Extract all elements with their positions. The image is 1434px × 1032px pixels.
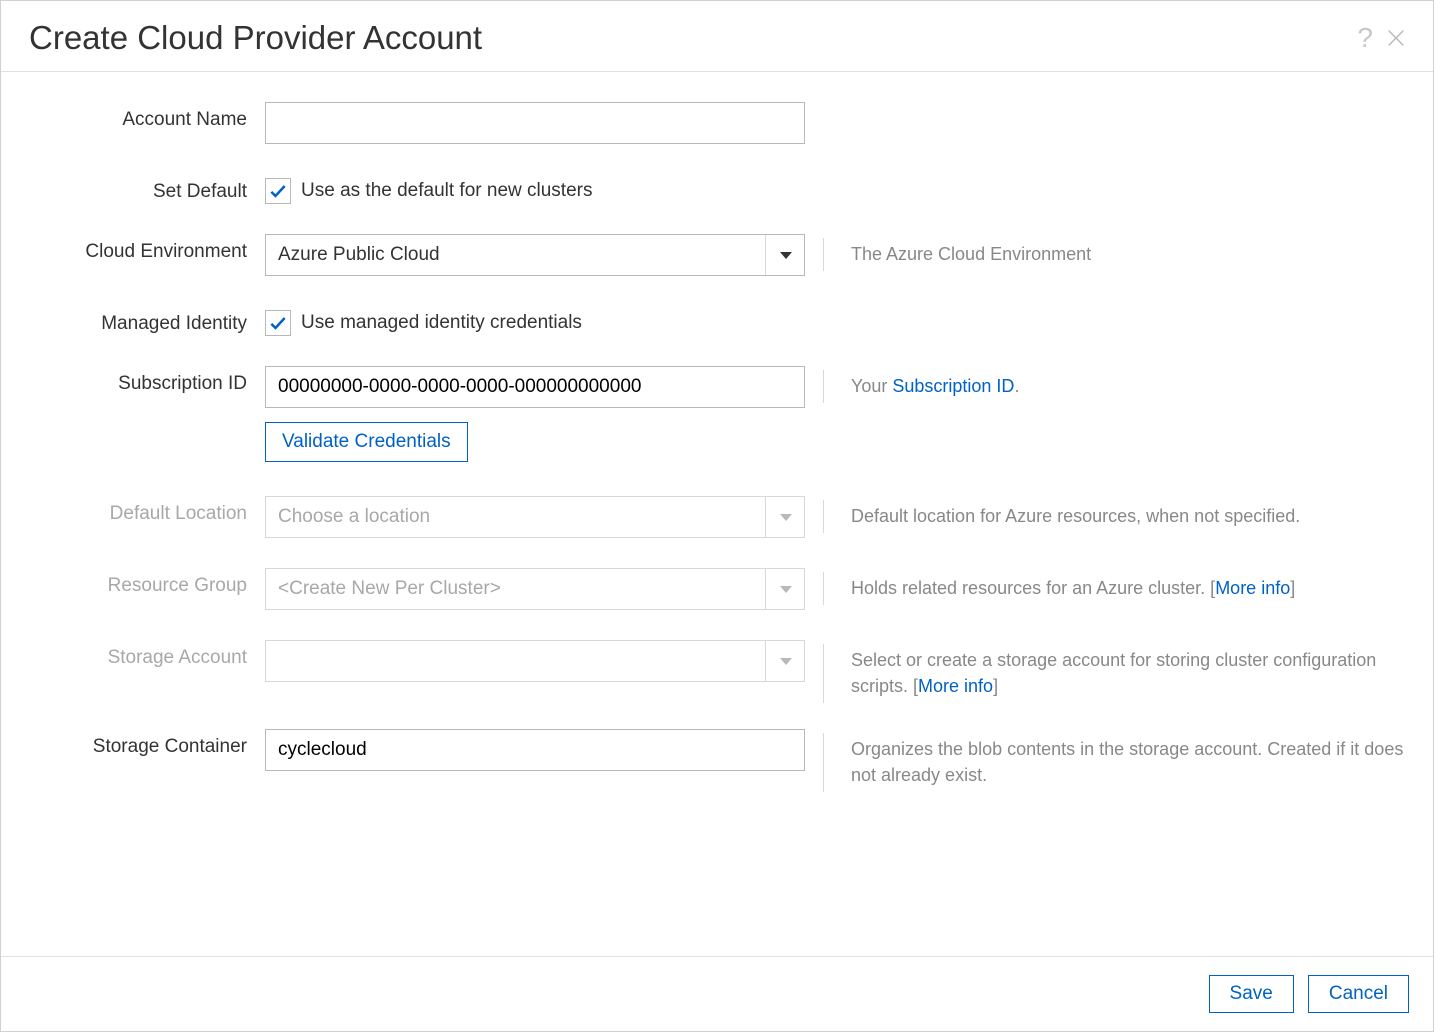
label-subscription-id: Subscription ID [29,366,247,395]
validate-credentials-button[interactable]: Validate Credentials [265,422,468,462]
account-name-input[interactable] [265,102,805,144]
set-default-checkbox-label: Use as the default for new clusters [301,180,592,202]
row-default-location: Default Location Choose a location Defau… [29,496,1405,538]
storage-account-more-info-link[interactable]: More info [918,676,993,696]
save-button[interactable]: Save [1209,975,1294,1013]
header-icons: ? [1357,22,1409,54]
subscription-id-input[interactable] [265,366,805,408]
help-subscription-id: Your Subscription ID. [823,366,1405,399]
resource-group-more-info-link[interactable]: More info [1215,578,1290,598]
default-location-select[interactable]: Choose a location [265,496,805,538]
create-cloud-provider-dialog: Create Cloud Provider Account ? Account … [0,0,1434,1032]
row-managed-identity: Managed Identity Use managed identity cr… [29,306,1405,336]
close-icon[interactable] [1383,25,1409,51]
label-storage-container: Storage Container [29,729,247,758]
set-default-checkbox[interactable] [265,178,291,204]
label-default-location: Default Location [29,496,247,525]
row-storage-container: Storage Container Organizes the blob con… [29,729,1405,788]
row-account-name: Account Name [29,102,1405,144]
row-subscription-id: Subscription ID Your Subscription ID. [29,366,1405,408]
storage-account-select[interactable] [265,640,805,682]
storage-container-input[interactable] [265,729,805,771]
help-default-location: Default location for Azure resources, wh… [823,496,1405,529]
help-storage-container: Organizes the blob contents in the stora… [823,729,1405,788]
help-icon[interactable]: ? [1357,22,1373,54]
cloud-environment-select[interactable]: Azure Public Cloud [265,234,805,276]
help-cloud-environment: The Azure Cloud Environment [823,234,1405,267]
cancel-button[interactable]: Cancel [1308,975,1409,1013]
dialog-body: Account Name Set Default Use as the defa… [1,72,1433,956]
dialog-footer: Save Cancel [1,956,1433,1031]
label-resource-group: Resource Group [29,568,247,597]
help-storage-account: Select or create a storage account for s… [823,640,1405,699]
label-storage-account: Storage Account [29,640,247,669]
row-cloud-environment: Cloud Environment Azure Public Cloud The… [29,234,1405,276]
row-validate: Validate Credentials [29,422,1405,462]
dialog-header: Create Cloud Provider Account ? [1,1,1433,72]
subscription-id-link[interactable]: Subscription ID [892,376,1014,396]
resource-group-select[interactable]: <Create New Per Cluster> [265,568,805,610]
help-resource-group: Holds related resources for an Azure clu… [823,568,1405,601]
label-managed-identity: Managed Identity [29,306,247,335]
managed-identity-checkbox-label: Use managed identity credentials [301,312,582,334]
dialog-title: Create Cloud Provider Account [29,19,482,57]
label-account-name: Account Name [29,102,247,131]
row-storage-account: Storage Account Select or create a stora… [29,640,1405,699]
row-set-default: Set Default Use as the default for new c… [29,174,1405,204]
row-resource-group: Resource Group <Create New Per Cluster> … [29,568,1405,610]
managed-identity-checkbox[interactable] [265,310,291,336]
label-cloud-environment: Cloud Environment [29,234,247,263]
label-set-default: Set Default [29,174,247,203]
